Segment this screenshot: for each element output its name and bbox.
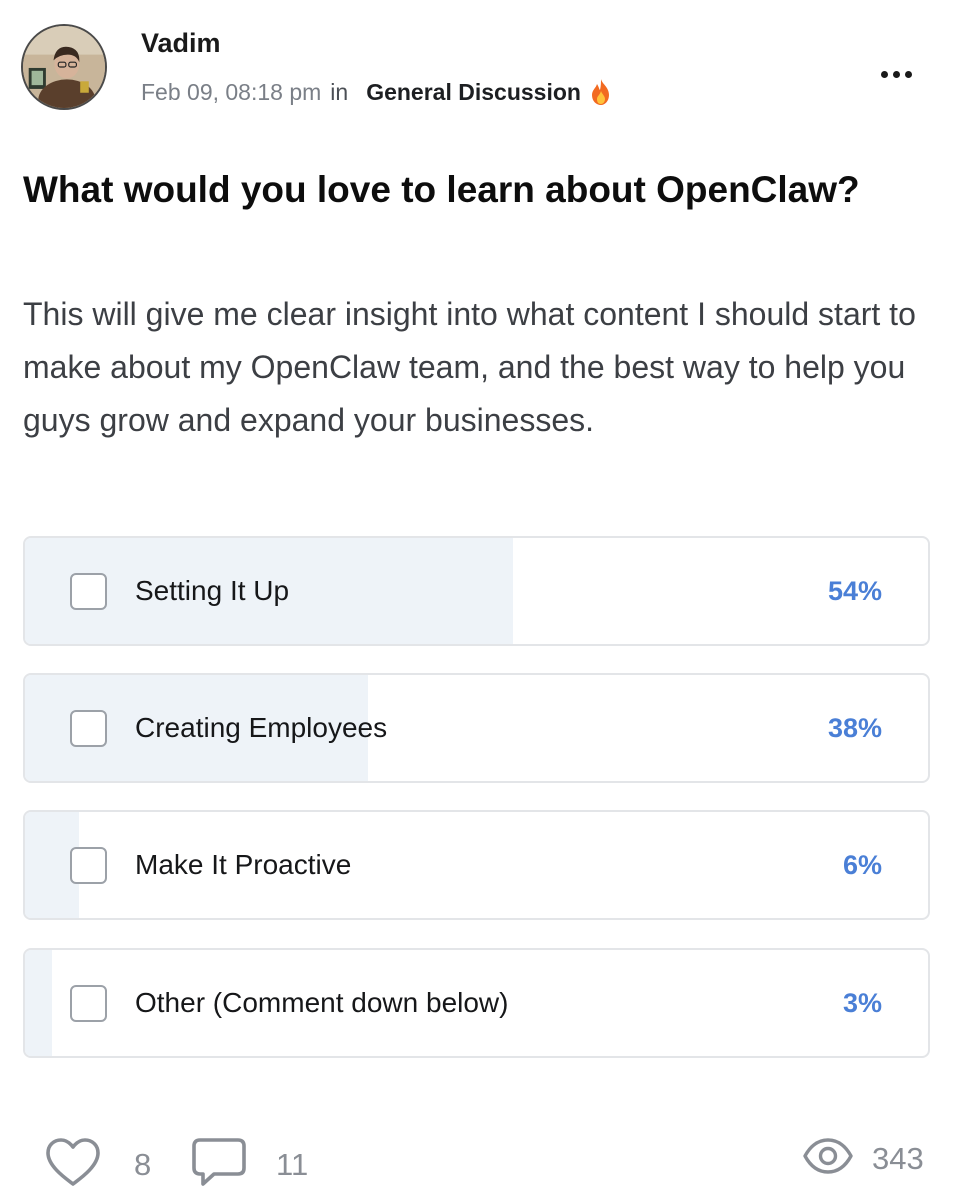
meta-in-word: in — [330, 78, 349, 105]
post-meta: Feb 09, 08:18 pm in General Discussion — [141, 78, 613, 106]
author-name[interactable]: Vadim — [141, 28, 221, 59]
poll-option[interactable]: Setting It Up 54% — [23, 536, 930, 646]
like-count: 8 — [134, 1146, 152, 1182]
post-body: This will give me clear insight into wha… — [23, 296, 916, 438]
poll-checkbox[interactable] — [70, 847, 107, 884]
poll-option[interactable]: Other (Comment down below) 3% — [23, 948, 930, 1058]
comment-action[interactable]: 11 — [190, 1136, 308, 1193]
poll-option-label: Make It Proactive — [135, 849, 352, 880]
author-avatar[interactable] — [21, 24, 107, 110]
poll-option-label: Other (Comment down below) — [135, 987, 509, 1018]
more-dot — [892, 70, 900, 78]
like-action[interactable]: 8 — [44, 1136, 151, 1193]
more-dot — [880, 70, 888, 78]
more-dot — [904, 70, 912, 78]
poll-checkbox[interactable] — [70, 710, 107, 747]
view-count-group: 343 — [802, 1134, 924, 1183]
poll-option-percent: 38% — [827, 713, 882, 743]
poll-result-bar — [25, 950, 53, 1056]
poll-option-percent: 6% — [842, 850, 882, 880]
flame-icon — [589, 78, 613, 106]
poll-option[interactable]: Make It Proactive 6% — [23, 810, 930, 920]
more-options-button[interactable] — [872, 60, 920, 88]
poll-checkbox[interactable] — [70, 985, 107, 1022]
poll-option-label: Creating Employees — [135, 712, 388, 743]
comment-icon[interactable] — [190, 1136, 248, 1193]
comment-count: 11 — [276, 1146, 309, 1182]
poll-option[interactable]: Creating Employees 38% — [23, 673, 930, 783]
poll-option-label: Setting It Up — [135, 575, 290, 606]
post-timestamp: Feb 09, 08:18 pm — [141, 78, 322, 105]
view-count: 343 — [872, 1140, 924, 1176]
heart-icon[interactable] — [44, 1136, 102, 1193]
post-card: Vadim Feb 09, 08:18 pm in General Discus… — [0, 0, 954, 1200]
poll-option-percent: 54% — [827, 576, 882, 606]
poll-checkbox[interactable] — [70, 573, 107, 610]
post-title: What would you love to learn about OpenC… — [23, 169, 860, 210]
eye-icon — [802, 1134, 854, 1183]
poll-option-percent: 3% — [842, 988, 882, 1018]
category-link[interactable]: General Discussion — [366, 79, 581, 106]
